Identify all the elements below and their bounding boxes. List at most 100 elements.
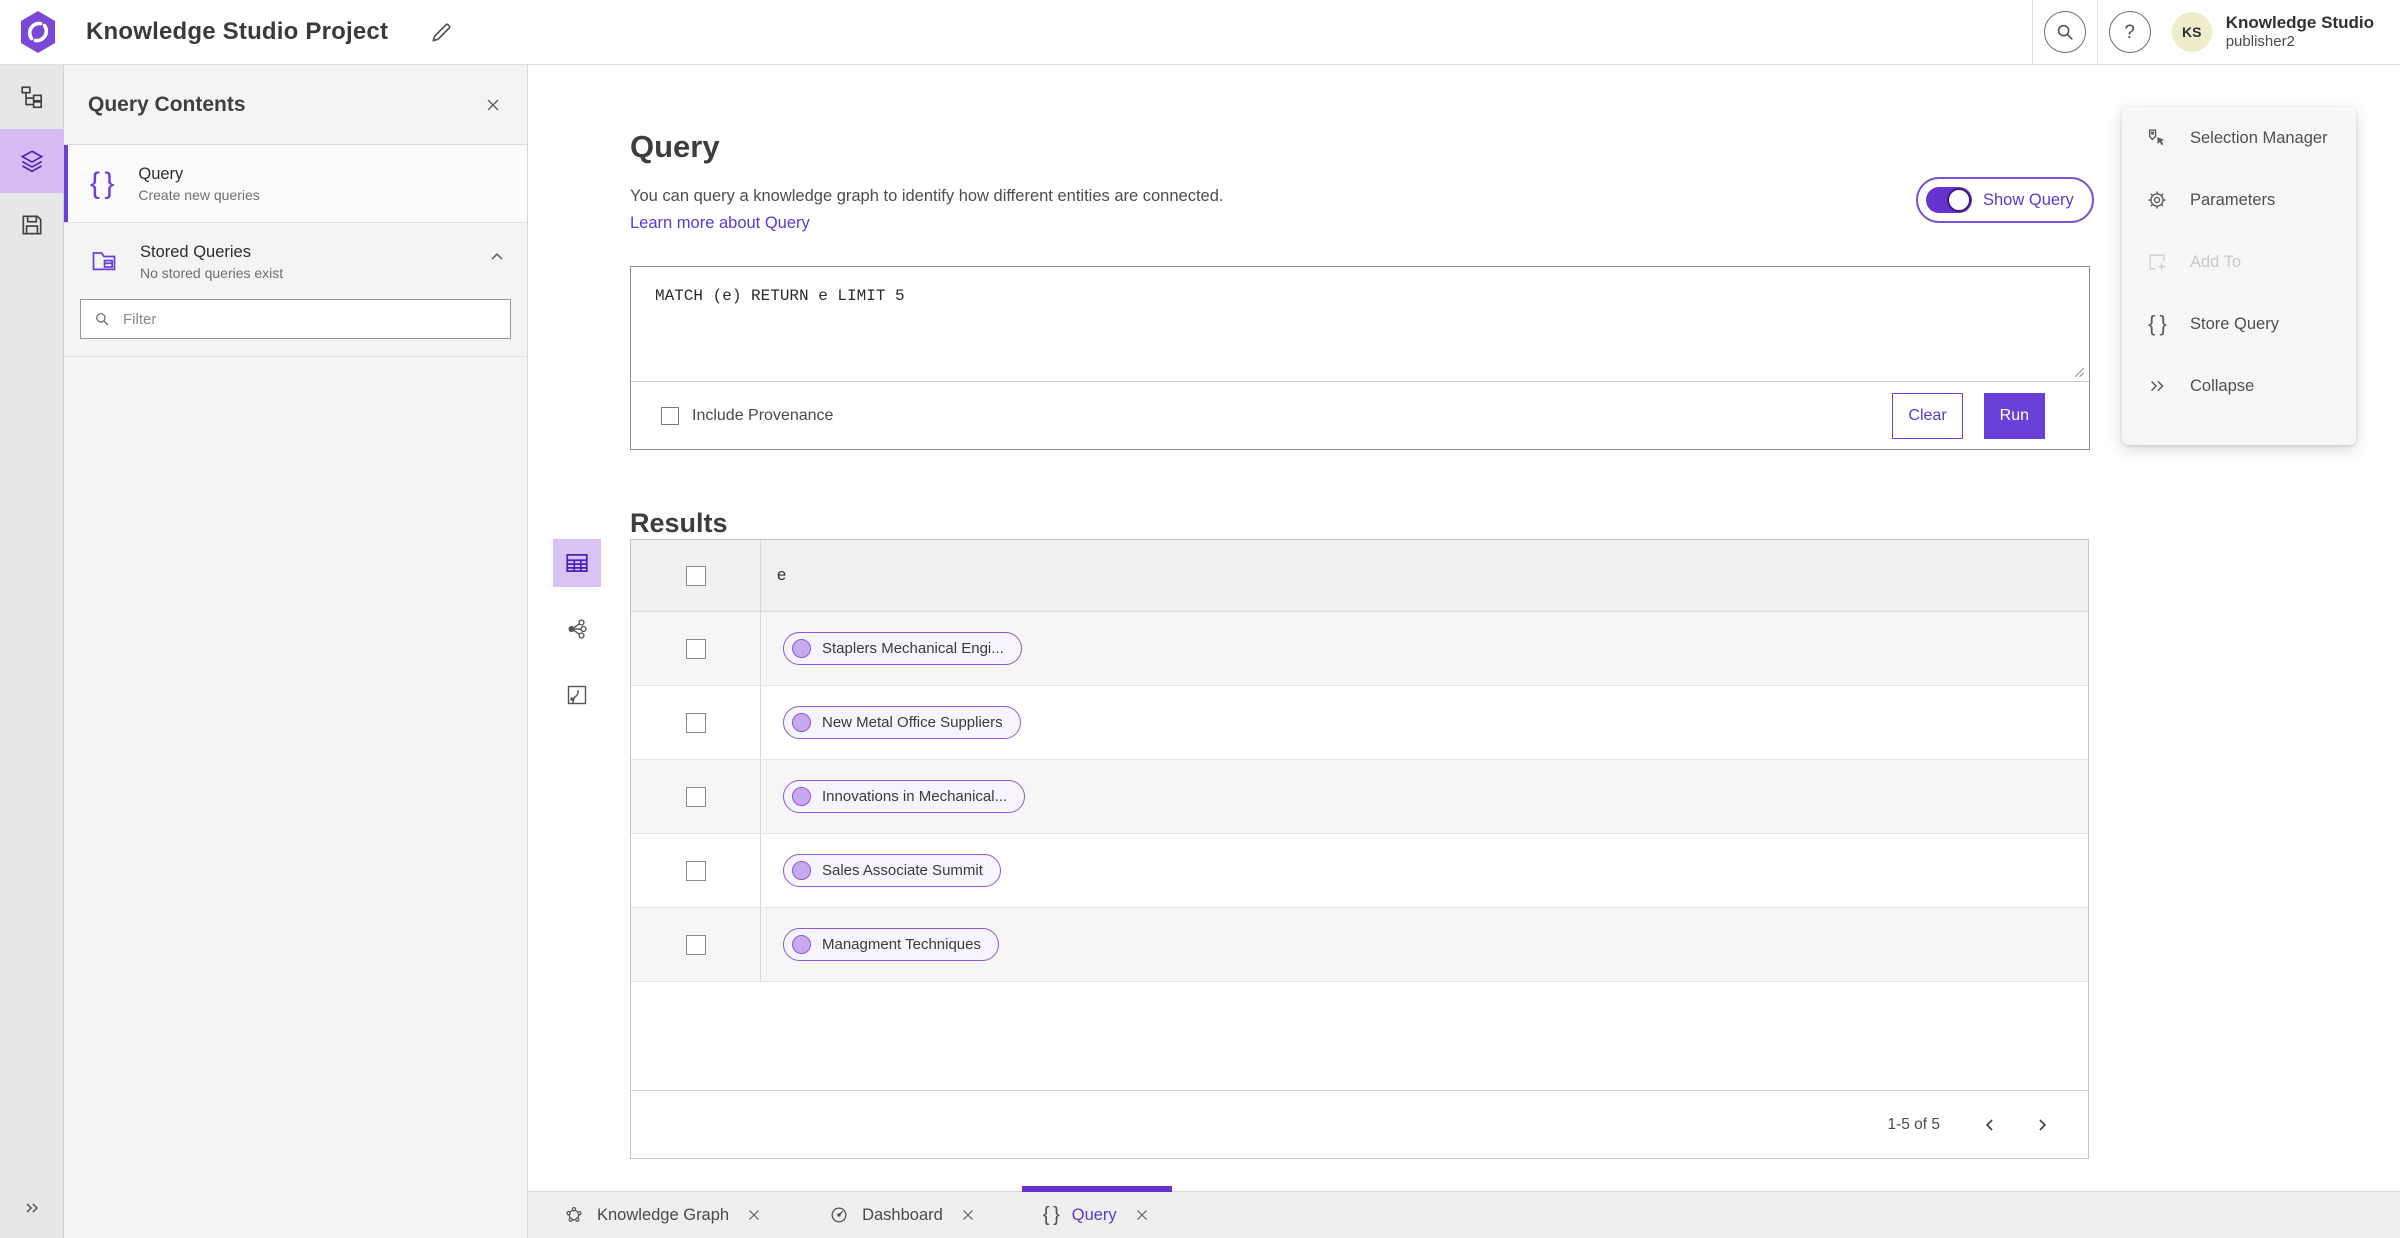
stored-queries-title: Stored Queries bbox=[140, 243, 251, 261]
user-app-name: Knowledge Studio bbox=[2225, 13, 2374, 32]
parameters-gear-icon bbox=[2146, 189, 2168, 211]
edit-title-pencil-icon[interactable] bbox=[428, 18, 458, 48]
entity-dot-icon bbox=[792, 713, 811, 732]
stored-queries-subtitle: No stored queries exist bbox=[140, 265, 284, 281]
entity-dot-icon bbox=[792, 861, 811, 880]
pagination-next-button[interactable] bbox=[2022, 1105, 2062, 1145]
panel-close-button[interactable] bbox=[479, 91, 507, 119]
avatar-initials: KS bbox=[2181, 24, 2202, 40]
query-page-title: Query bbox=[630, 128, 720, 164]
query-text-input[interactable]: MATCH (e) RETURN e LIMIT 5 bbox=[631, 267, 2089, 381]
filter-input[interactable] bbox=[121, 309, 498, 329]
table-row: Managment Techniques bbox=[631, 908, 2088, 982]
run-button[interactable]: Run bbox=[1983, 392, 2045, 439]
layers-icon bbox=[20, 150, 44, 173]
include-provenance-checkbox[interactable] bbox=[661, 406, 679, 425]
clear-button[interactable]: Clear bbox=[1892, 392, 1963, 439]
entity-pill[interactable]: Managment Techniques bbox=[783, 928, 999, 961]
show-query-label: Show Query bbox=[1983, 190, 2074, 209]
table-view-icon bbox=[566, 554, 588, 572]
dashboard-icon bbox=[829, 1205, 849, 1225]
table-row: Innovations in Mechanical... bbox=[631, 760, 2088, 834]
stored-queries-collapse-button[interactable] bbox=[483, 243, 511, 271]
pagination-range-label: 1-5 of 5 bbox=[1887, 1115, 1940, 1133]
include-provenance-label: Include Provenance bbox=[692, 406, 834, 424]
close-icon bbox=[487, 99, 499, 110]
action-label: Store Query bbox=[2190, 314, 2279, 333]
row-checkbox[interactable] bbox=[685, 786, 706, 807]
resize-handle-icon[interactable] bbox=[2074, 367, 2085, 378]
sidebar-expand-button[interactable] bbox=[0, 1190, 63, 1226]
entity-pill[interactable]: New Metal Office Suppliers bbox=[783, 706, 1021, 739]
action-selection-manager[interactable]: Selection Manager bbox=[2122, 107, 2356, 169]
stored-queries-folder-icon bbox=[90, 246, 118, 274]
panel-item-query[interactable]: { } Query Create new queries bbox=[64, 145, 527, 223]
question-mark-icon: ? bbox=[2124, 21, 2135, 43]
double-chevron-right-icon bbox=[25, 1203, 38, 1213]
app-logo-icon[interactable] bbox=[18, 10, 58, 54]
entity-label: New Metal Office Suppliers bbox=[822, 714, 1003, 731]
query-contents-panel: Query Contents { } Query Create new quer… bbox=[64, 65, 528, 1238]
action-label: Parameters bbox=[2190, 190, 2276, 209]
table-view-button[interactable] bbox=[553, 539, 601, 587]
action-store-query[interactable]: { } Store Query bbox=[2122, 293, 2356, 355]
search-button[interactable] bbox=[2043, 11, 2086, 53]
query-description: You can query a knowledge graph to ident… bbox=[630, 186, 1224, 205]
tab-dashboard[interactable]: Dashboard bbox=[808, 1192, 998, 1238]
editor-footer: Include Provenance Clear Run bbox=[631, 381, 2089, 449]
tab-close-icon[interactable] bbox=[745, 1206, 763, 1224]
row-checkbox[interactable] bbox=[685, 712, 706, 733]
entity-pill[interactable]: Sales Associate Summit bbox=[783, 854, 1001, 887]
entity-label: Innovations in Mechanical... bbox=[822, 788, 1008, 805]
header-right-cluster: ? KS Knowledge Studio publisher2 bbox=[2031, 0, 2400, 64]
sidebar-item-save[interactable] bbox=[0, 193, 64, 257]
tab-label: Dashboard bbox=[862, 1205, 943, 1224]
tab-query[interactable]: { } Query bbox=[1021, 1186, 1172, 1238]
query-item-title: Query bbox=[138, 164, 184, 183]
show-query-toggle[interactable]: Show Query bbox=[1916, 177, 2094, 223]
entity-dot-icon bbox=[792, 935, 811, 954]
action-collapse[interactable]: Collapse bbox=[2122, 355, 2356, 417]
table-header-row: e bbox=[631, 540, 2088, 612]
select-all-checkbox[interactable] bbox=[685, 565, 706, 586]
tab-close-icon[interactable] bbox=[959, 1206, 977, 1224]
results-table: e Staplers Mechanical Engi... New Metal … bbox=[630, 539, 2089, 1159]
tab-knowledge-graph[interactable]: Knowledge Graph bbox=[543, 1192, 784, 1238]
link-chart-view-button[interactable] bbox=[553, 605, 601, 653]
tab-label: Knowledge Graph bbox=[597, 1205, 730, 1224]
row-checkbox[interactable] bbox=[685, 934, 706, 955]
row-checkbox[interactable] bbox=[685, 860, 706, 881]
sidebar-item-data-model[interactable] bbox=[0, 65, 64, 129]
sidebar-item-layers[interactable] bbox=[0, 129, 64, 193]
stored-queries-section-header[interactable]: Stored Queries No stored queries exist bbox=[64, 223, 527, 281]
top-header: Knowledge Studio Project ? KS Knowledge … bbox=[0, 0, 2400, 65]
help-button[interactable]: ? bbox=[2108, 11, 2151, 53]
save-icon bbox=[22, 215, 42, 235]
link-chart-view-icon bbox=[568, 619, 587, 639]
tab-close-icon[interactable] bbox=[1133, 1206, 1151, 1224]
column-header-e[interactable]: e bbox=[761, 540, 786, 611]
user-username: publisher2 bbox=[2225, 33, 2295, 51]
entity-pill[interactable]: Innovations in Mechanical... bbox=[783, 780, 1026, 813]
toggle-knob bbox=[1947, 188, 1971, 212]
map-view-icon bbox=[567, 685, 587, 705]
row-checkbox[interactable] bbox=[685, 638, 706, 659]
filter-search-icon bbox=[96, 313, 109, 326]
learn-more-link[interactable]: Learn more about Query bbox=[630, 214, 810, 233]
results-title: Results bbox=[630, 508, 728, 539]
user-avatar[interactable]: KS bbox=[2171, 12, 2212, 52]
pagination-prev-button[interactable] bbox=[1970, 1105, 2010, 1145]
selection-manager-icon bbox=[2146, 127, 2168, 149]
toggle-switch-on[interactable] bbox=[1926, 187, 1972, 213]
table-row: New Metal Office Suppliers bbox=[631, 686, 2088, 760]
entity-label: Staplers Mechanical Engi... bbox=[822, 640, 1004, 657]
user-menu[interactable]: Knowledge Studio publisher2 bbox=[2226, 12, 2374, 52]
knowledge-graph-icon bbox=[564, 1205, 584, 1225]
action-parameters[interactable]: Parameters bbox=[2122, 169, 2356, 231]
map-view-button[interactable] bbox=[553, 671, 601, 719]
table-row: Staplers Mechanical Engi... bbox=[631, 612, 2088, 686]
query-editor: MATCH (e) RETURN e LIMIT 5 Include Prove… bbox=[630, 266, 2090, 450]
data-model-icon bbox=[21, 86, 43, 109]
entity-pill[interactable]: Staplers Mechanical Engi... bbox=[783, 632, 1022, 665]
query-item-subtitle: Create new queries bbox=[138, 186, 260, 203]
